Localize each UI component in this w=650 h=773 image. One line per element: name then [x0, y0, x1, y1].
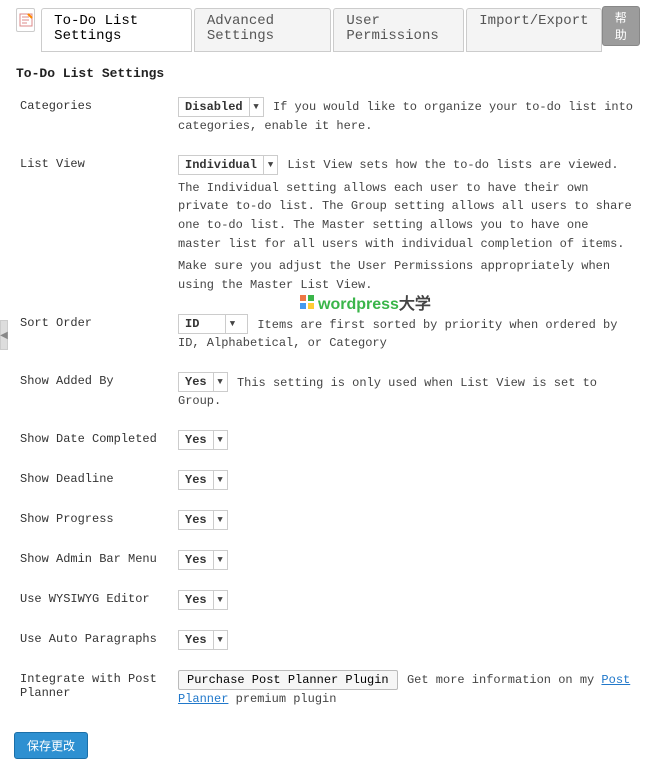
chevron-down-icon: ▼: [213, 631, 227, 649]
chevron-down-icon: ▼: [213, 431, 227, 449]
show-admin-bar-menu-select[interactable]: Yes▼: [178, 550, 228, 570]
settings-form: Categories Disabled▼ If you would like t…: [14, 93, 640, 725]
list-view-label: List View: [14, 151, 174, 311]
show-added-by-label: Show Added By: [14, 368, 174, 426]
chevron-down-icon: ▼: [213, 591, 227, 609]
use-auto-paragraphs-label: Use Auto Paragraphs: [14, 626, 174, 666]
chevron-down-icon: ▼: [213, 373, 227, 391]
list-view-select[interactable]: Individual▼: [178, 155, 278, 175]
categories-select[interactable]: Disabled▼: [178, 97, 264, 117]
tab-todo-list-settings[interactable]: To-Do List Settings: [41, 8, 192, 52]
list-view-desc-1: The Individual setting allows each user …: [178, 179, 636, 253]
show-deadline-label: Show Deadline: [14, 466, 174, 506]
chevron-down-icon: ▼: [225, 315, 239, 333]
purchase-post-planner-button[interactable]: Purchase Post Planner Plugin: [178, 670, 398, 690]
list-view-desc-2: Make sure you adjust the User Permission…: [178, 257, 636, 294]
show-progress-label: Show Progress: [14, 506, 174, 546]
settings-tabs: To-Do List Settings Advanced Settings Us…: [16, 8, 602, 52]
help-button[interactable]: 帮助: [602, 6, 641, 46]
show-date-completed-label: Show Date Completed: [14, 426, 174, 466]
chevron-down-icon: ▼: [249, 98, 263, 116]
sort-order-select[interactable]: ID▼: [178, 314, 248, 334]
tab-user-permissions[interactable]: User Permissions: [333, 8, 464, 52]
show-admin-bar-menu-label: Show Admin Bar Menu: [14, 546, 174, 586]
integrate-post-planner-label: Integrate with Post Planner: [14, 666, 174, 724]
show-progress-select[interactable]: Yes▼: [178, 510, 228, 530]
tab-advanced-settings[interactable]: Advanced Settings: [194, 8, 332, 52]
show-added-by-desc: This setting is only used when List View…: [178, 376, 597, 409]
list-view-desc-inline: List View sets how the to-do lists are v…: [287, 158, 618, 172]
chevron-down-icon: ▼: [213, 551, 227, 569]
chevron-down-icon: ▼: [213, 471, 227, 489]
use-auto-paragraphs-select[interactable]: Yes▼: [178, 630, 228, 650]
collapse-handle[interactable]: ◀: [0, 320, 8, 350]
show-deadline-select[interactable]: Yes▼: [178, 470, 228, 490]
show-date-completed-select[interactable]: Yes▼: [178, 430, 228, 450]
section-title: To-Do List Settings: [16, 66, 640, 81]
categories-label: Categories: [14, 93, 174, 151]
use-wysiwyg-select[interactable]: Yes▼: [178, 590, 228, 610]
save-button[interactable]: 保存更改: [14, 732, 88, 759]
show-added-by-select[interactable]: Yes▼: [178, 372, 228, 392]
chevron-down-icon: ▼: [263, 156, 277, 174]
tab-import-export[interactable]: Import/Export: [466, 8, 601, 52]
settings-icon: [16, 8, 35, 32]
use-wysiwyg-label: Use WYSIWYG Editor: [14, 586, 174, 626]
sort-order-label: Sort Order: [14, 310, 174, 368]
chevron-down-icon: ▼: [213, 511, 227, 529]
